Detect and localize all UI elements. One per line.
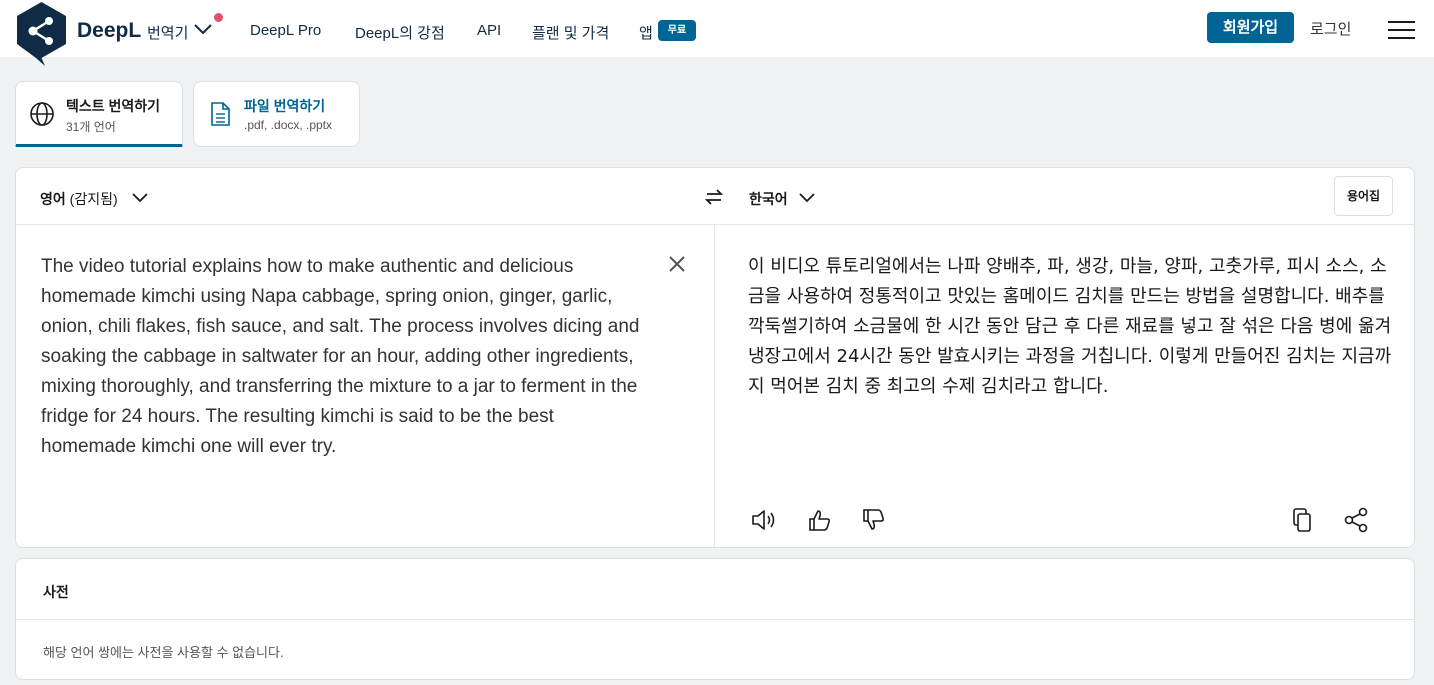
chevron-down-icon[interactable] <box>131 191 149 205</box>
copy-icon[interactable] <box>1288 507 1316 533</box>
tab-title: 파일 번역하기 <box>244 98 326 114</box>
tab-title: 텍스트 번역하기 <box>66 98 161 114</box>
thumbs-down-icon[interactable] <box>860 507 888 533</box>
hamburger-menu-icon[interactable] <box>1388 20 1415 40</box>
brand-name[interactable]: DeepL <box>77 19 141 43</box>
dictionary-title: 사전 <box>43 584 69 600</box>
share-icon[interactable] <box>1342 507 1370 533</box>
nav-plans-pricing[interactable]: 플랜 및 가격 <box>532 22 609 43</box>
login-link[interactable]: 로그인 <box>1310 18 1351 39</box>
clear-icon[interactable] <box>667 254 687 274</box>
target-language-selector[interactable]: 한국어 <box>749 189 788 209</box>
language-bar: 영어 (감지됨) 한국어 용어집 <box>16 168 1414 225</box>
free-badge: 무료 <box>658 20 696 41</box>
translator-panel: 영어 (감지됨) 한국어 용어집 The video tutorial expl… <box>15 167 1415 548</box>
thumbs-up-icon[interactable] <box>806 507 834 533</box>
source-language: 영어 <box>40 191 66 207</box>
tab-translate-files[interactable]: 파일 번역하기 .pdf, .docx, .pptx <box>193 81 360 147</box>
glossary-button[interactable]: 용어집 <box>1334 176 1393 216</box>
dictionary-panel: 사전 해당 언어 쌍에는 사전을 사용할 수 없습니다. <box>15 558 1415 680</box>
globe-icon <box>30 102 54 126</box>
speaker-icon[interactable] <box>749 507 777 533</box>
chevron-down-icon[interactable] <box>798 191 816 205</box>
source-textarea[interactable]: The video tutorial explains how to make … <box>41 252 651 462</box>
nav-deepl-pro[interactable]: DeepL Pro <box>250 22 321 39</box>
tab-translate-text[interactable]: 텍스트 번역하기 31개 언어 <box>15 81 183 147</box>
dictionary-empty-message: 해당 언어 쌍에는 사전을 사용할 수 없습니다. <box>43 645 284 660</box>
notification-dot <box>214 13 223 22</box>
swap-languages-icon[interactable] <box>702 185 726 209</box>
signup-button[interactable]: 회원가입 <box>1207 12 1294 43</box>
chevron-down-icon[interactable] <box>192 19 214 39</box>
source-language-selector[interactable]: 영어 (감지됨) <box>40 189 118 209</box>
deepl-logo-icon[interactable] <box>15 1 68 67</box>
divider <box>16 619 1414 620</box>
product-selector-label[interactable]: 번역기 <box>147 22 188 43</box>
tab-subtitle: 31개 언어 <box>66 120 116 134</box>
document-icon <box>211 102 230 126</box>
nav-api[interactable]: API <box>477 22 501 39</box>
top-navigation: DeepL 번역기 DeepL Pro DeepL의 강점 API 플랜 및 가… <box>0 0 1434 66</box>
detected-label: (감지됨) <box>69 191 118 207</box>
target-output: 이 비디오 튜토리얼에서는 나파 양배추, 파, 생강, 마늘, 양파, 고춧가… <box>748 256 1392 397</box>
tab-subtitle: .pdf, .docx, .pptx <box>244 118 333 132</box>
panel-divider <box>714 225 715 548</box>
nav-deepl-strengths[interactable]: DeepL의 강점 <box>355 22 445 43</box>
nav-apps[interactable]: 앱 <box>639 22 653 43</box>
